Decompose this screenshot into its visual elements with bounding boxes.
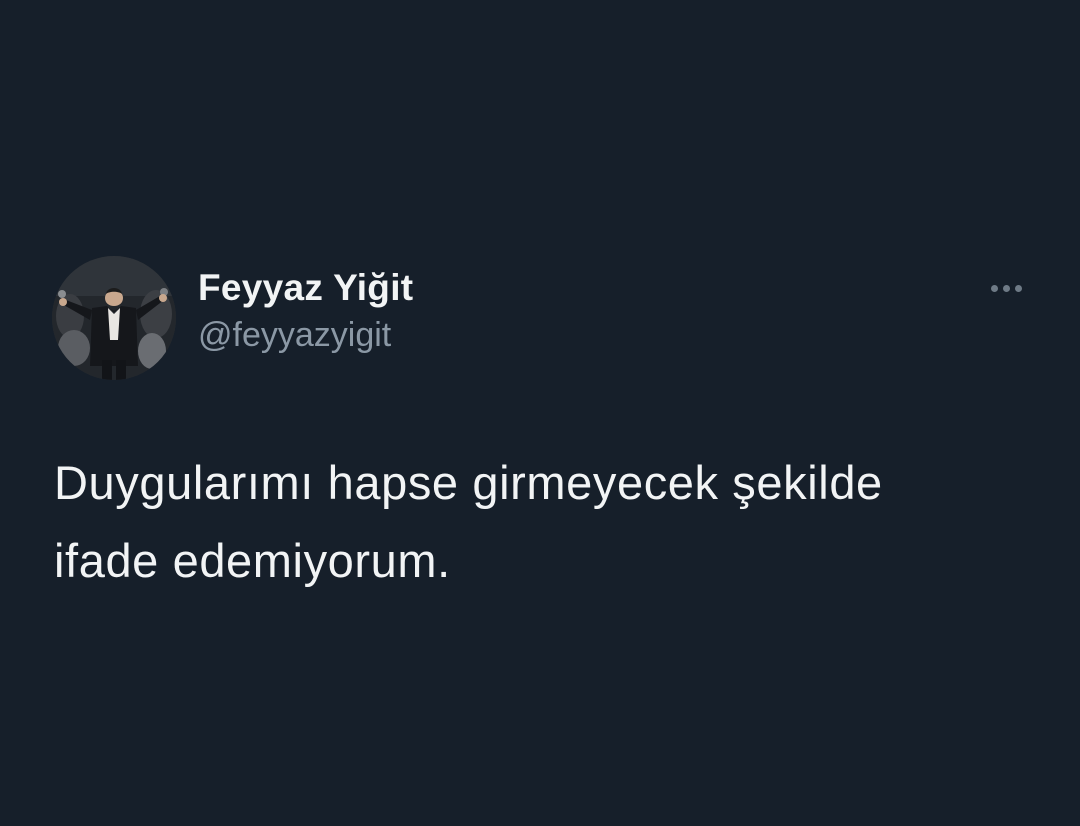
- author-display-name[interactable]: Feyyaz Yiğit: [198, 266, 413, 310]
- avatar-photo-icon: [52, 256, 176, 380]
- author-avatar[interactable]: [52, 256, 176, 380]
- more-horizontal-icon[interactable]: [982, 276, 1030, 300]
- author-handle[interactable]: @feyyazyigit: [198, 314, 413, 356]
- more-dot: [1002, 284, 1010, 292]
- tweet-text: Duygularımı hapse girmeyecek şekilde ifa…: [54, 456, 883, 587]
- more-dot: [990, 284, 998, 292]
- author-names[interactable]: Feyyaz Yiğit @feyyazyigit: [198, 266, 413, 356]
- more-dot: [1014, 284, 1022, 292]
- tweet-screenshot: Feyyaz Yiğit @feyyazyigit Duygularımı ha…: [0, 0, 1080, 826]
